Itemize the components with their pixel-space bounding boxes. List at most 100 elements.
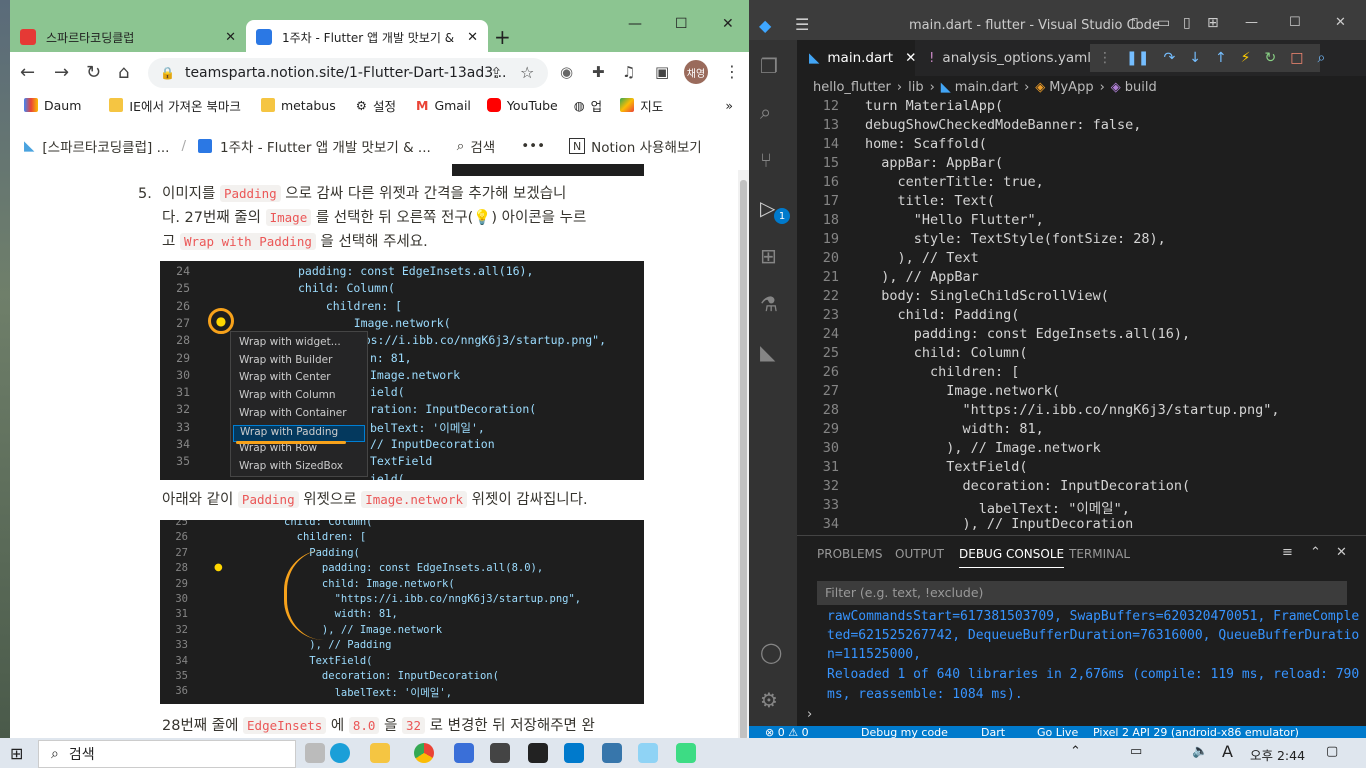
more-options-button[interactable]: •••: [521, 138, 545, 154]
app-icon[interactable]: [490, 743, 510, 763]
windows-start-icon[interactable]: ⊞: [10, 744, 23, 763]
task-view-icon[interactable]: [305, 743, 325, 763]
new-tab-button[interactable]: +: [494, 25, 511, 49]
code-line[interactable]: 21 ), // AppBar: [797, 269, 1366, 288]
app-icon[interactable]: [638, 743, 658, 763]
back-button[interactable]: ←: [20, 62, 35, 83]
chrome-icon[interactable]: [414, 743, 434, 763]
pause-icon[interactable]: ❚❚: [1126, 50, 1149, 66]
tab-main-dart[interactable]: ◣ main.dart ✕: [797, 40, 916, 76]
code-line[interactable]: 17 title: Text(: [797, 193, 1366, 212]
tab-terminal[interactable]: TERMINAL: [1069, 547, 1130, 561]
code-line[interactable]: 26 children: [: [797, 364, 1366, 383]
step-over-icon[interactable]: ↷: [1163, 50, 1175, 66]
testing-icon[interactable]: ⚗: [760, 292, 778, 316]
bookmark-settings[interactable]: ⚙ 설정: [356, 96, 396, 115]
code-line[interactable]: 28 "https://i.ibb.co/nngK6j3/startup.png…: [797, 402, 1366, 421]
console-input-prompt[interactable]: ›: [807, 707, 812, 722]
bookmark-ie[interactable]: IE에서 가져온 북마크: [109, 96, 241, 115]
go-live-status[interactable]: Go Live: [1037, 726, 1078, 738]
forward-button[interactable]: →: [54, 62, 69, 83]
code-line[interactable]: 20 ), // Text: [797, 250, 1366, 269]
step-into-icon[interactable]: ↓: [1189, 50, 1201, 66]
code-line[interactable]: 31 TextField(: [797, 459, 1366, 478]
camera-icon[interactable]: ◉: [560, 63, 573, 81]
code-line[interactable]: 23 child: Padding(: [797, 307, 1366, 326]
hot-reload-icon[interactable]: ⚡: [1241, 50, 1251, 66]
scrollbar-thumb[interactable]: [740, 180, 747, 740]
bookmark-map[interactable]: 지도: [620, 96, 663, 115]
step-out-icon[interactable]: ↑: [1215, 50, 1227, 66]
notification-icon[interactable]: ▢: [1326, 744, 1338, 759]
hamburger-menu-icon[interactable]: ☰: [795, 15, 809, 34]
code-line[interactable]: 13 debugShowCheckedModeBanner: false,: [797, 117, 1366, 136]
bookmark-daum[interactable]: Daum: [24, 98, 81, 113]
toggle-panel-icon[interactable]: ▭: [1157, 15, 1170, 31]
android-emulator-icon[interactable]: [676, 743, 696, 763]
network-icon[interactable]: ▭: [1130, 744, 1142, 759]
code-line[interactable]: 25 child: Column(: [797, 345, 1366, 364]
vscode-taskbar-icon[interactable]: [564, 743, 584, 763]
devtools-icon[interactable]: ⌕: [1317, 50, 1325, 66]
code-line[interactable]: 29 width: 81,: [797, 421, 1366, 440]
edge-icon[interactable]: [330, 743, 350, 763]
problems-status[interactable]: ⊗ 0 ⚠ 0: [765, 726, 809, 738]
browser-tab-sparta[interactable]: 스파르타코딩클럽 ✕: [10, 20, 246, 54]
code-line[interactable]: 32 decoration: InputDecoration(: [797, 478, 1366, 497]
clear-console-icon[interactable]: ≡: [1282, 545, 1293, 560]
explorer-icon[interactable]: ❐: [760, 54, 778, 78]
chevron-up-icon[interactable]: ⌃: [1070, 744, 1081, 759]
bookmark-star-icon[interactable]: ☆: [520, 63, 534, 82]
taskbar-search[interactable]: ⌕ 검색: [38, 740, 296, 768]
browser-tab-notion[interactable]: 1주차 - Flutter 앱 개발 맛보기 & ✕: [246, 20, 488, 54]
search-icon[interactable]: ⌕: [457, 138, 465, 154]
share-icon[interactable]: ⇪: [490, 64, 503, 82]
avatar[interactable]: 채영: [684, 60, 708, 84]
app-icon[interactable]: [528, 743, 548, 763]
reload-button[interactable]: ↻: [86, 62, 101, 83]
breadcrumb-current[interactable]: 1주차 - Flutter 앱 개발 맛보기 & ...: [220, 136, 431, 156]
code-line[interactable]: 18 "Hello Flutter",: [797, 212, 1366, 231]
close-tab-icon[interactable]: ✕: [225, 30, 236, 45]
code-line[interactable]: 33 labelText: "이메일",: [797, 497, 1366, 517]
app-icon[interactable]: [454, 743, 474, 763]
code-line[interactable]: 15 appBar: AppBar(: [797, 155, 1366, 174]
notion-search-button[interactable]: 검색: [470, 136, 495, 156]
code-line[interactable]: 24 padding: const EdgeInsets.all(16),: [797, 326, 1366, 345]
side-panel-icon[interactable]: ▣: [655, 63, 669, 81]
close-panel-icon[interactable]: ✕: [1336, 545, 1347, 560]
tab-output[interactable]: OUTPUT: [895, 547, 944, 561]
extensions-icon[interactable]: ✚: [592, 63, 605, 81]
more-bookmarks-icon[interactable]: »: [725, 98, 733, 113]
volume-icon[interactable]: 🔈: [1192, 744, 1208, 759]
code-line[interactable]: 30 ), // Image.network: [797, 440, 1366, 459]
maximize-panel-icon[interactable]: ⌃: [1310, 545, 1321, 560]
code-line[interactable]: 12 turn MaterialApp(: [797, 98, 1366, 117]
bookmark-metabus[interactable]: metabus: [260, 98, 336, 113]
minimize-button[interactable]: —: [1245, 15, 1258, 30]
tab-debug-console[interactable]: DEBUG CONSOLE: [959, 547, 1065, 568]
toggle-sidebar-icon[interactable]: ▯: [1131, 15, 1139, 31]
debug-status[interactable]: Debug my code: [861, 726, 948, 738]
language-status[interactable]: Dart: [981, 726, 1005, 738]
maximize-button[interactable]: ☐: [1289, 15, 1301, 30]
layout-icon[interactable]: ⊞: [1207, 15, 1219, 31]
search-icon[interactable]: ⌕: [760, 100, 771, 124]
gear-icon[interactable]: ⚙: [760, 688, 778, 712]
source-control-icon[interactable]: ⑂: [760, 148, 772, 172]
try-notion-button[interactable]: Notion 사용해보기: [591, 136, 702, 156]
breadcrumb-parent[interactable]: [스파르타코딩클럽] ...: [42, 136, 169, 156]
media-icon[interactable]: ♫: [622, 63, 635, 81]
ime-indicator[interactable]: A: [1222, 742, 1233, 761]
menu-dots-icon[interactable]: ⋮: [724, 62, 740, 81]
tab-problems[interactable]: PROBLEMS: [817, 547, 883, 561]
close-window-button[interactable]: ✕: [1335, 15, 1346, 30]
toggle-secondary-icon[interactable]: ▯: [1183, 15, 1191, 31]
account-icon[interactable]: ◯: [760, 640, 782, 664]
bookmark-up[interactable]: ◍ 업: [574, 96, 602, 115]
close-window-button[interactable]: ✕: [722, 16, 734, 32]
file-explorer-icon[interactable]: [370, 743, 390, 763]
code-line[interactable]: 16 centerTitle: true,: [797, 174, 1366, 193]
code-line[interactable]: 34 ), // InputDecoration: [797, 516, 1366, 535]
tab-analysis-options[interactable]: ! analysis_options.yaml: [915, 40, 1095, 76]
